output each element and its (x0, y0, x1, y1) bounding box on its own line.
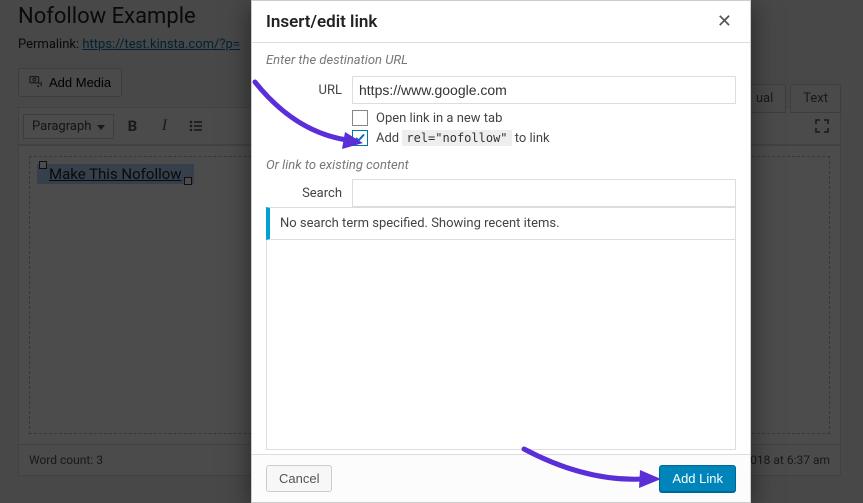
new-tab-checkbox[interactable] (352, 110, 368, 126)
new-tab-label: Open link in a new tab (376, 111, 502, 126)
cancel-button[interactable]: Cancel (266, 465, 332, 492)
link-modal: Insert/edit link ✕ Enter the destination… (251, 0, 751, 503)
destination-hint: Enter the destination URL (266, 53, 736, 68)
existing-content-hint: Or link to existing content (266, 158, 736, 173)
search-label: Search (266, 186, 352, 201)
search-input[interactable] (352, 179, 736, 207)
url-input[interactable] (352, 76, 736, 104)
nofollow-checkbox[interactable] (352, 130, 368, 146)
url-label: URL (266, 83, 352, 98)
close-icon[interactable]: ✕ (713, 7, 736, 36)
add-link-button[interactable]: Add Link (659, 465, 736, 492)
modal-title: Insert/edit link (266, 12, 377, 32)
search-results[interactable] (266, 240, 736, 450)
nofollow-label: Add rel="nofollow" to link (376, 131, 550, 146)
search-notice: No search term specified. Showing recent… (266, 207, 736, 240)
